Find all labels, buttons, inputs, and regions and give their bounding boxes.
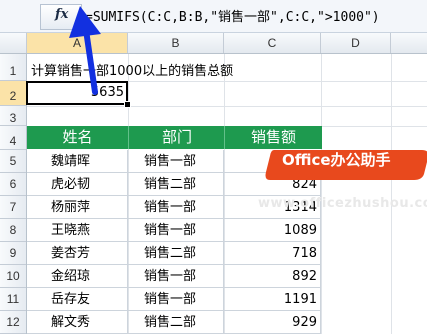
watermark-logo: Office办公助手 — [262, 146, 427, 186]
watermark-brand: Office办公助手 — [282, 151, 391, 169]
watermark-url: www.officezhushou.com — [258, 196, 427, 211]
